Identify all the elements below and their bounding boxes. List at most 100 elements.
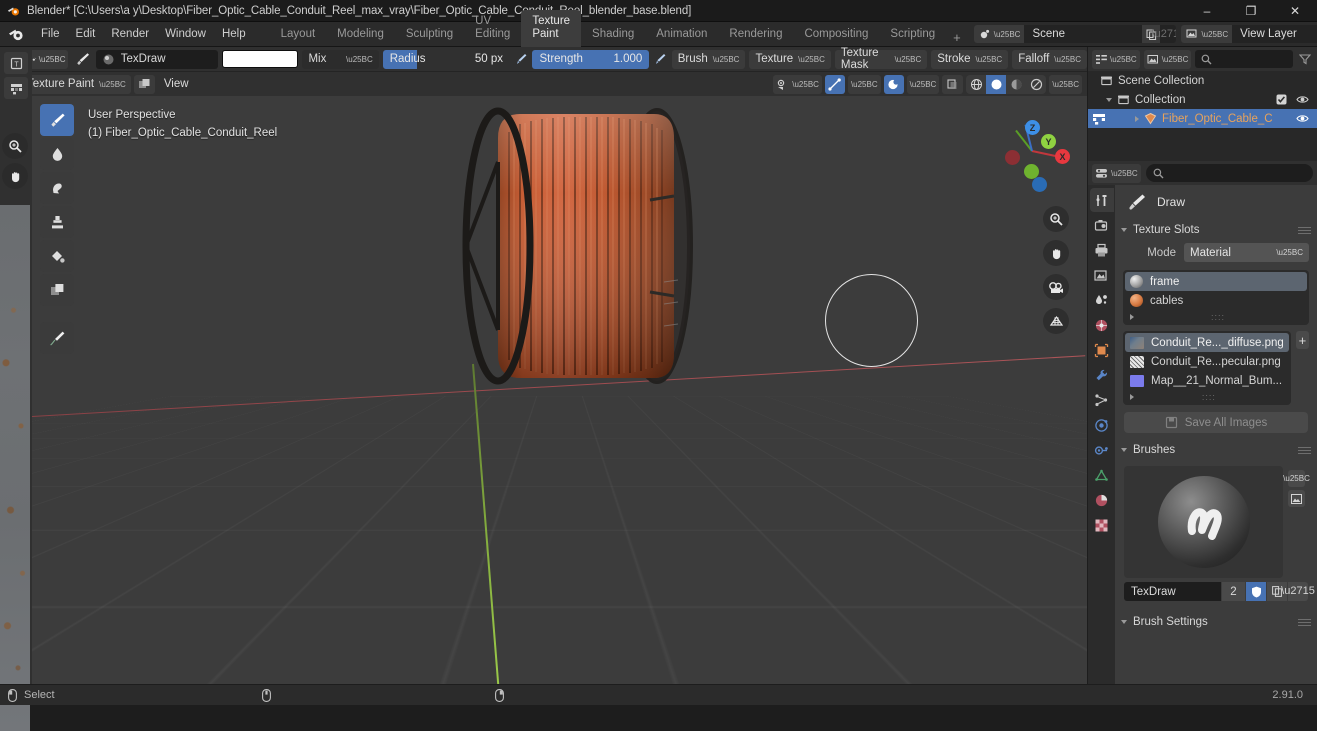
ptab-output[interactable] (1090, 238, 1114, 262)
expand-arrow-icon[interactable] (1130, 314, 1134, 320)
collapse-arrow-icon[interactable] (1121, 448, 1127, 452)
texture-slots-panel-header[interactable]: Texture Slots (1115, 219, 1317, 241)
zoom-icon[interactable] (2, 133, 28, 159)
collapse-arrow-icon[interactable] (1121, 620, 1127, 624)
outliner-search-input[interactable] (1195, 50, 1293, 68)
image-slot-item[interactable]: Conduit_Re..._diffuse.png (1125, 333, 1289, 352)
menu-window[interactable]: Window (157, 25, 214, 43)
ptab-object-data[interactable] (1090, 463, 1114, 487)
stroke-menu[interactable]: Stroke \u25BC (931, 50, 1008, 69)
collapse-arrow-icon[interactable] (1121, 228, 1127, 232)
image-editor-mode-button[interactable] (4, 77, 28, 99)
ptab-particles[interactable] (1090, 388, 1114, 412)
scene-icon[interactable]: \u25BC (974, 25, 1025, 43)
expand-arrow-icon[interactable] (1130, 394, 1134, 400)
texture-menu[interactable]: Texture \u25BC (749, 50, 830, 69)
shading-material-preview-button[interactable] (1006, 75, 1026, 94)
gizmo-options-dropdown[interactable]: \u25BC (848, 75, 881, 94)
ptab-constraints[interactable] (1090, 438, 1114, 462)
tool-mask[interactable] (40, 274, 74, 306)
brush-name-field[interactable]: TexDraw (96, 50, 218, 69)
brush-settings-panel-header[interactable]: Brush Settings (1115, 611, 1317, 633)
outliner-row-scene-collection[interactable]: Scene Collection (1088, 71, 1317, 90)
tool-draw[interactable] (40, 104, 74, 136)
gizmo-axis-neg-x[interactable] (1005, 150, 1020, 165)
overlays-toggle[interactable] (884, 75, 904, 94)
gizmo-axis-y[interactable]: Y (1041, 134, 1056, 149)
ptab-tool[interactable] (1090, 188, 1114, 212)
fake-user-button[interactable] (1246, 582, 1266, 601)
outliner-display-mode-button[interactable]: \u25BC (1144, 50, 1192, 69)
view-layer-icon[interactable]: \u25BC (1181, 25, 1232, 43)
eye-icon[interactable] (1296, 94, 1309, 105)
material-slot-item[interactable]: frame (1125, 272, 1307, 291)
expand-arrow-icon[interactable] (1135, 116, 1139, 122)
tab-shading[interactable]: Shading (581, 23, 645, 47)
tab-sculpting[interactable]: Sculpting (395, 23, 464, 47)
shading-rendered-button[interactable] (1026, 75, 1046, 94)
outliner-editor-type-button[interactable]: \u25BC (1092, 50, 1140, 69)
tab-scripting[interactable]: Scripting (879, 23, 946, 47)
maximize-button[interactable]: ❐ (1229, 0, 1273, 22)
gizmo-axis-x[interactable]: X (1055, 149, 1070, 164)
ptab-material[interactable] (1090, 488, 1114, 512)
gizmo-axis-z[interactable]: Z (1025, 120, 1040, 135)
ptab-physics[interactable] (1090, 413, 1114, 437)
properties-search-input[interactable] (1146, 164, 1313, 182)
ptab-texture[interactable] (1090, 513, 1114, 537)
material-slot-item[interactable]: cables (1125, 291, 1307, 310)
ptab-view-layer[interactable] (1090, 263, 1114, 287)
tab-compositing[interactable]: Compositing (793, 23, 879, 47)
radius-slider[interactable]: Radius 50 px (383, 50, 510, 69)
image-slot-list[interactable]: Conduit_Re..._diffuse.png Conduit_Re...p… (1123, 331, 1291, 405)
blender-menu-icon[interactable] (8, 26, 25, 43)
gizmo-axis-neg-z[interactable] (1032, 177, 1047, 192)
brush-menu[interactable]: Brush \u25BC (672, 50, 746, 69)
tool-fill[interactable] (40, 240, 74, 272)
shading-options-dropdown[interactable]: \u25BC (1049, 75, 1082, 94)
filter-icon[interactable] (1297, 53, 1313, 65)
tab-uv-editing[interactable]: UV Editing (464, 10, 521, 46)
view-layer-name[interactable]: View Layer (1232, 25, 1317, 43)
paint-mask-toggle[interactable] (134, 75, 155, 94)
image-slot-item[interactable]: Conduit_Re...pecular.png (1125, 352, 1289, 371)
scene-id-widget[interactable]: \u25BC Scene \u2715 (974, 25, 1177, 43)
resize-grip-icon[interactable]: :::: (1211, 312, 1225, 322)
tool-smear[interactable] (40, 172, 74, 204)
strength-slider[interactable]: Strength 1.000 (532, 50, 649, 69)
tab-modeling[interactable]: Modeling (326, 23, 395, 47)
tool-annotate[interactable] (40, 322, 74, 354)
outliner-row-object[interactable]: Fiber_Optic_Cable_C (1088, 109, 1317, 128)
tab-texture-paint[interactable]: Texture Paint (521, 10, 581, 46)
menu-render[interactable]: Render (103, 25, 157, 43)
tool-soften[interactable] (40, 138, 74, 170)
brush-users-count[interactable]: 2 (1222, 582, 1245, 601)
remove-scene-button[interactable]: \u2715 (1160, 25, 1176, 43)
brush-preset-dropdown[interactable]: \u25BC (29, 50, 68, 69)
move-view-hand-icon[interactable] (1043, 240, 1069, 266)
menu-edit[interactable]: Edit (68, 25, 104, 43)
save-all-images-button[interactable]: Save All Images (1124, 412, 1308, 433)
shading-solid-button[interactable] (986, 75, 1006, 94)
brush-preview-image-button[interactable] (1288, 490, 1305, 507)
material-slot-list[interactable]: frame cables :::: (1123, 270, 1309, 325)
outliner-row-collection[interactable]: Collection (1088, 90, 1317, 109)
brush-color-swatch[interactable] (222, 50, 299, 68)
tab-rendering[interactable]: Rendering (718, 23, 793, 47)
texture-mask-menu[interactable]: Texture Mask \u25BC (835, 50, 927, 69)
checkbox-icon[interactable] (1276, 94, 1287, 105)
image-slot-item[interactable]: Map__21_Normal_Bum... (1125, 371, 1289, 390)
visibility-dropdown[interactable]: \u25BC (773, 75, 822, 94)
eye-icon[interactable] (1296, 113, 1309, 124)
shading-wireframe-button[interactable] (966, 75, 986, 94)
scene-name[interactable]: Scene (1024, 25, 1142, 43)
navigation-gizmo[interactable]: X Y Z (993, 112, 1071, 190)
3d-viewport[interactable]: User Perspective (1) Fiber_Optic_Cable_C… (32, 96, 1087, 684)
ptab-scene[interactable] (1090, 288, 1114, 312)
minimize-button[interactable]: – (1185, 0, 1229, 22)
ptab-modifiers[interactable] (1090, 363, 1114, 387)
view-menu[interactable]: View (158, 75, 195, 94)
expand-arrow-icon[interactable] (1106, 98, 1112, 102)
blend-mode-dropdown[interactable]: Mix \u25BC (302, 50, 378, 69)
properties-editor-type-button[interactable]: \u25BC (1092, 164, 1141, 183)
